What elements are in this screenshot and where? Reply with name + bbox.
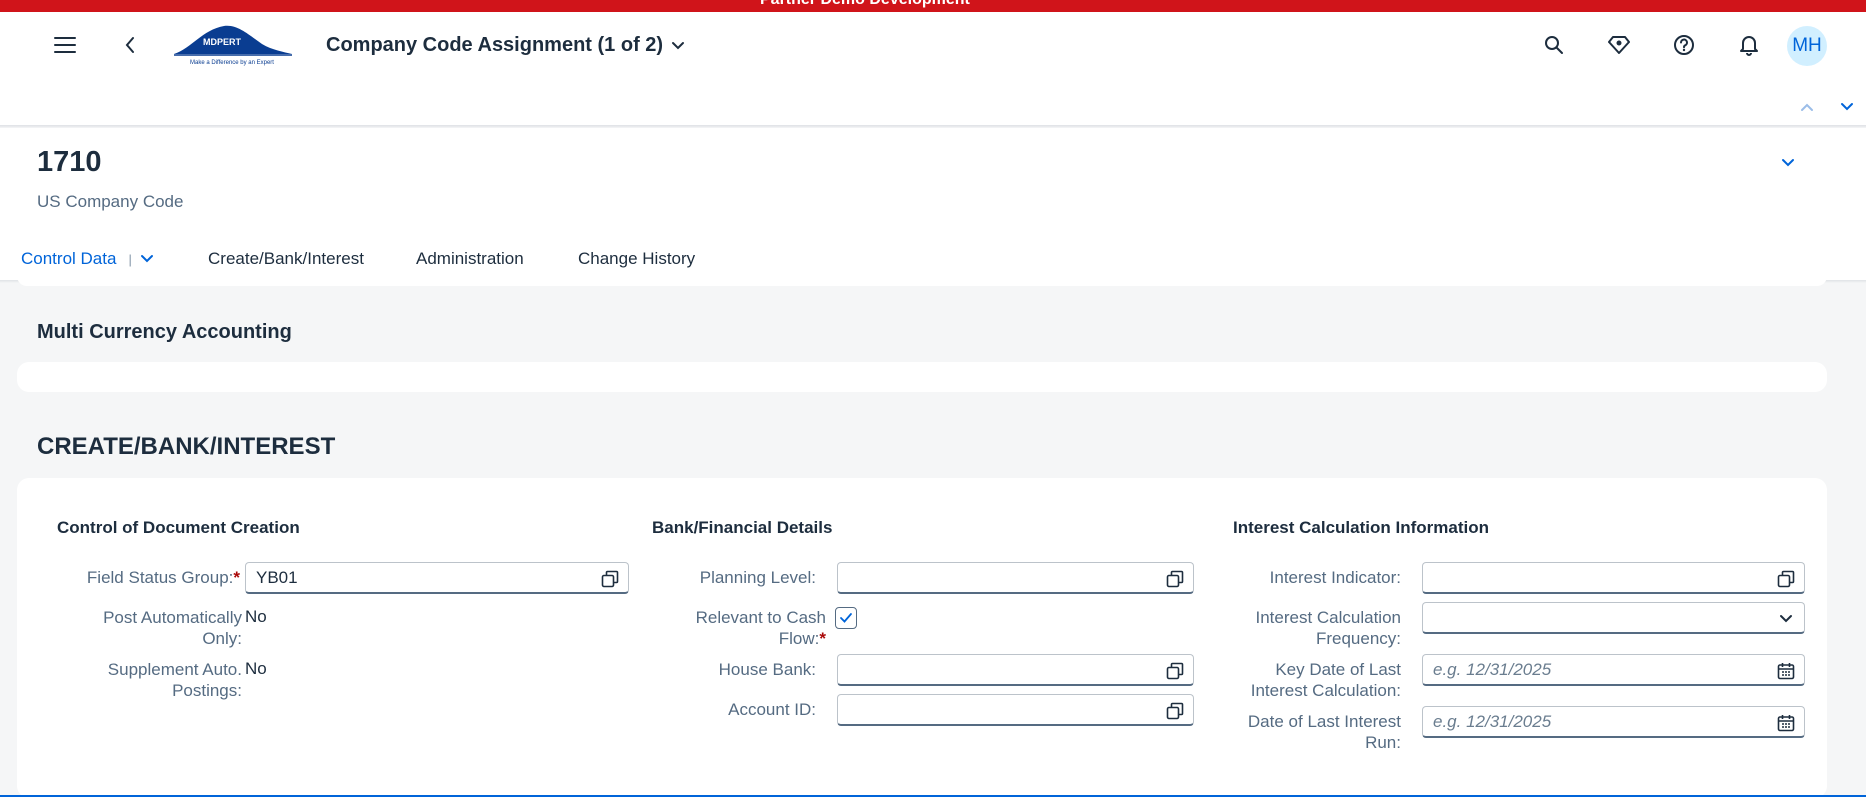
interest-frequency-select[interactable] [1422,602,1805,634]
tab-administration[interactable]: Administration [416,238,524,280]
account-id-input[interactable] [837,694,1194,726]
footer-toolbar [0,795,1866,809]
key-date-placeholder: e.g. 12/31/2025 [1433,659,1552,679]
tab-label: Control Data [21,249,117,268]
shell-bar: MDPERT Make a Difference by an Expert Co… [0,12,1866,126]
create-bank-interest-card: Control of Document Creation Field Statu… [17,478,1827,798]
tab-create-bank-interest[interactable]: Create/Bank/Interest [208,238,364,280]
object-header: 1710 US Company Code Control Data | Crea… [0,128,1866,280]
relevant-cash-flow-checkbox[interactable] [835,607,857,629]
supplement-auto-value: No [245,659,267,678]
group-title-control: Control of Document Creation [57,518,300,537]
planning-level-input[interactable] [837,562,1194,594]
expand-header-icon[interactable] [1773,148,1803,178]
chevron-down-icon [672,41,685,49]
required-marker: * [819,629,826,648]
app-title-menu[interactable]: Company Code Assignment (1 of 2) [326,34,685,57]
calendar-icon[interactable] [1776,713,1796,733]
previous-item-icon[interactable] [1792,92,1822,122]
section-title-multi-currency: Multi Currency Accounting [37,321,292,343]
chevron-down-icon[interactable] [1776,609,1796,629]
app-title: Company Code Assignment (1 of 2) [326,34,664,56]
page-subtitle: US Company Code [37,192,184,211]
last-interest-run-input[interactable]: e.g. 12/31/2025 [1422,706,1805,738]
calendar-icon[interactable] [1776,661,1796,681]
key-date-input[interactable]: e.g. 12/31/2025 [1422,654,1805,686]
system-banner: Partner Demo Development [0,0,1866,12]
interest-frequency-label: Interest Calculation Frequency: [1255,608,1401,648]
section-title-create-bank-interest: CREATE/BANK/INTEREST [37,433,336,460]
tab-label: Administration [416,249,524,268]
checkmark-icon [840,613,852,623]
field-status-group-input[interactable]: YB01 [245,562,629,594]
page-title: 1710 [37,146,102,178]
tab-bar: Control Data | Create/Bank/Interest Admi… [0,238,1866,280]
field-status-group-value: YB01 [256,567,298,587]
svg-text:Make a Difference by an Expert: Make a Difference by an Expert [190,60,274,66]
menu-icon[interactable] [43,23,87,67]
group-title-bank: Bank/Financial Details [652,518,833,537]
value-help-icon[interactable] [1165,569,1185,589]
previous-section-card [17,276,1827,286]
supplement-auto-label: Supplement Auto. Postings: [107,660,242,700]
tab-separator: | [128,251,132,267]
help-icon[interactable] [1662,23,1706,67]
company-logo[interactable]: MDPERT Make a Difference by an Expert [172,22,294,68]
last-interest-run-label: Date of Last Interest Run: [1247,712,1401,752]
interest-indicator-label: Interest Indicator: [1269,568,1401,587]
value-help-icon[interactable] [1776,569,1796,589]
last-interest-run-placeholder: e.g. 12/31/2025 [1433,711,1552,731]
required-marker: * [233,568,240,587]
field-status-group-label: Field Status Group:* [86,568,240,587]
post-automatically-label: Post Automatically Only: [103,608,242,648]
back-icon[interactable] [108,23,152,67]
account-id-label: Account ID: [728,700,816,719]
next-item-icon[interactable] [1832,92,1862,122]
value-help-icon[interactable] [1165,701,1185,721]
house-bank-label: House Bank: [718,660,816,679]
tab-control-data[interactable]: Control Data | [21,238,154,280]
search-icon[interactable] [1532,23,1576,67]
house-bank-input[interactable] [837,654,1194,686]
chevron-down-icon[interactable] [140,254,154,264]
relevant-cash-flow-label: Relevant to Cash Flow:* [695,608,826,648]
value-help-icon[interactable] [1165,661,1185,681]
user-avatar[interactable]: MH [1787,26,1827,66]
notification-bell-icon[interactable] [1727,23,1771,67]
tab-label: Create/Bank/Interest [208,249,364,268]
key-date-label: Key Date of Last Interest Calculation: [1250,660,1401,700]
interest-indicator-input[interactable] [1422,562,1805,594]
tab-label: Change History [578,249,696,268]
multi-currency-card [17,362,1827,392]
group-title-interest: Interest Calculation Information [1233,518,1489,537]
tab-change-history[interactable]: Change History [578,238,695,280]
planning-level-label: Planning Level: [699,568,816,587]
post-automatically-value: No [245,607,267,626]
diamond-icon[interactable] [1597,23,1641,67]
svg-text:MDPERT: MDPERT [203,37,242,47]
system-banner-text: Partner Demo Development [760,0,970,9]
